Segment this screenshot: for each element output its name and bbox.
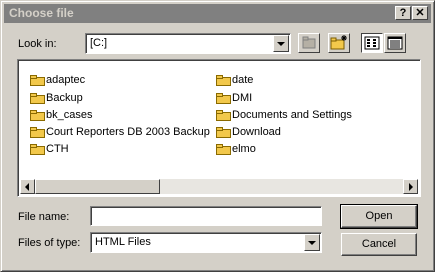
look-in-dropdown[interactable]: [C:]: [85, 33, 291, 54]
up-folder-icon: [302, 36, 316, 49]
folder-icon: [216, 127, 231, 138]
new-folder-icon: [330, 35, 347, 50]
look-in-label: Look in:: [18, 38, 57, 50]
folder-label: Court Reporters DB 2003 Backup: [46, 126, 210, 138]
folder-label: date: [232, 74, 254, 86]
title-bar[interactable]: Choose file ? ✕: [4, 4, 431, 23]
scroll-thumb[interactable]: [35, 179, 160, 194]
open-button[interactable]: Open: [340, 204, 418, 229]
folder-icon: [30, 93, 45, 104]
scroll-right-button[interactable]: [403, 179, 418, 194]
choose-file-dialog: Choose file ? ✕ Look in: [C:] adaptec Ba…: [0, 0, 435, 272]
look-in-dropdown-button[interactable]: [273, 35, 289, 52]
folder-icon: [30, 144, 45, 155]
close-icon: ✕: [415, 7, 425, 19]
files-of-type-dropdown-button[interactable]: [304, 234, 320, 251]
files-of-type-label: Files of type:: [18, 237, 81, 249]
create-new-folder-button[interactable]: [328, 33, 350, 53]
file-name-label: File name:: [18, 211, 70, 223]
cancel-button[interactable]: Cancel: [341, 233, 417, 256]
dialog-title: Choose file: [9, 6, 74, 20]
list-view-button[interactable]: [361, 33, 383, 53]
folder-icon: [216, 75, 231, 86]
details-view-button[interactable]: [384, 33, 406, 53]
folder-label: bk_cases: [46, 109, 93, 121]
folder-label: elmo: [232, 143, 256, 155]
folder-label: Backup: [46, 92, 83, 104]
folder-label: Download: [232, 126, 281, 138]
file-name-field[interactable]: [90, 206, 322, 226]
folder-icon: [30, 110, 45, 121]
folder-icon: [30, 75, 45, 86]
files-of-type-value: HTML Files: [95, 236, 151, 248]
help-icon: ?: [399, 7, 407, 19]
folder-label: CTH: [46, 143, 69, 155]
folder-label: DMI: [232, 92, 253, 104]
scroll-left-button[interactable]: [20, 179, 35, 194]
folder-label: Documents and Settings: [232, 109, 352, 121]
horizontal-scrollbar[interactable]: [20, 179, 418, 194]
look-in-value: [C:]: [90, 37, 108, 49]
help-button[interactable]: ?: [395, 6, 411, 20]
folder-icon: [216, 93, 231, 104]
file-list[interactable]: adaptec Backup bk_cases Court Reporters …: [17, 59, 421, 197]
files-of-type-dropdown[interactable]: HTML Files: [90, 232, 322, 253]
folder-icon: [30, 127, 45, 138]
folder-icon: [216, 110, 231, 121]
file-name-input[interactable]: [91, 207, 321, 225]
close-button[interactable]: ✕: [412, 6, 428, 20]
folder-icon: [216, 144, 231, 155]
details-view-icon: [387, 36, 403, 50]
folder-label: adaptec: [46, 74, 86, 86]
up-one-level-button[interactable]: [298, 33, 320, 53]
list-view-icon: [364, 36, 380, 50]
